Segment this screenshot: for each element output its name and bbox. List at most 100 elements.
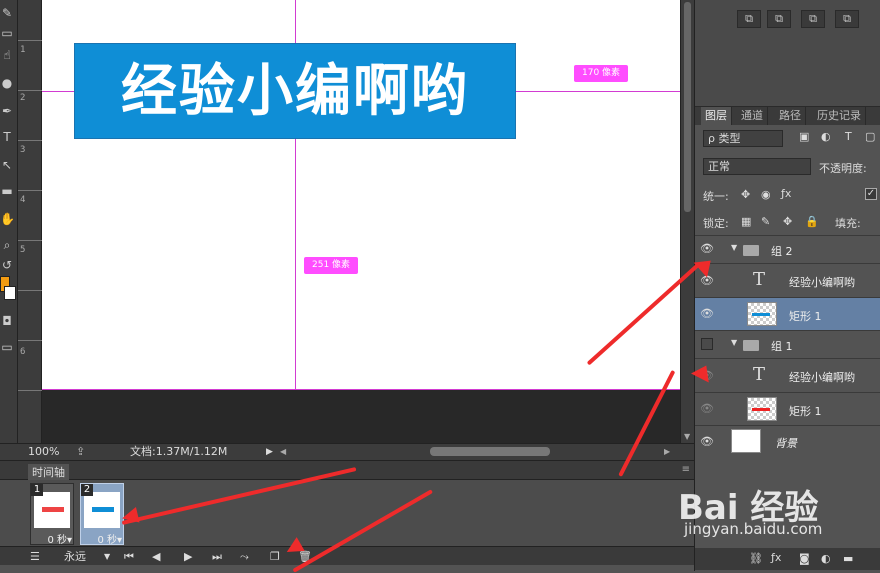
timeline-frames: 1 0 秒▾ 2 0 秒▾: [0, 480, 694, 546]
layer-row[interactable]: 👁 T 经验小编啊哟: [695, 263, 880, 297]
previous-frame-icon[interactable]: ◀: [152, 549, 160, 564]
duplicate-frame-icon[interactable]: ❐: [270, 549, 280, 564]
status-menu-arrow-icon[interactable]: ▶: [266, 444, 273, 460]
unify-position-icon[interactable]: ✥: [741, 188, 750, 201]
animation-frame-1[interactable]: 1 0 秒▾: [30, 483, 75, 546]
smart-guide-horizontal-left: [42, 91, 74, 92]
loop-select[interactable]: 永远: [64, 549, 86, 564]
new-group-icon[interactable]: ▬: [843, 552, 853, 565]
first-frame-icon[interactable]: ⏮: [124, 549, 134, 564]
loop-dropdown-icon[interactable]: ▼: [104, 549, 110, 564]
dodge-tool-icon[interactable]: ●: [0, 76, 14, 90]
smudge-tool-icon[interactable]: ☝: [0, 48, 14, 62]
layer-thumbnail: [731, 429, 761, 453]
background-color-swatch[interactable]: [4, 286, 16, 300]
kind-filter-select[interactable]: ρ 类型: [703, 130, 783, 147]
propagate-frame-checkbox[interactable]: ✓: [865, 188, 877, 200]
screen-mode-icon[interactable]: ▭: [0, 340, 14, 354]
unify-visibility-icon[interactable]: ◉: [761, 188, 771, 201]
folder-icon: [743, 245, 759, 256]
eye-icon[interactable]: 👁: [699, 401, 715, 417]
ruler-tick: [18, 340, 42, 341]
type-tool-icon[interactable]: T: [0, 130, 14, 144]
opacity-label: 不透明度:: [819, 162, 867, 175]
expand-icon[interactable]: ▼: [731, 338, 737, 347]
horizontal-scrollbar-thumb[interactable]: [430, 447, 550, 456]
blend-row: 正常 不透明度:: [695, 156, 880, 178]
layer-thumbnail: [747, 302, 777, 326]
arrange-icon-4[interactable]: ⧉: [835, 10, 859, 28]
blend-mode-select[interactable]: 正常: [703, 158, 811, 175]
layer-row[interactable]: 👁 背景: [695, 425, 880, 458]
export-icon[interactable]: ⇪: [76, 444, 85, 460]
layer-row[interactable]: 👁 T 经验小编啊哟: [695, 358, 880, 392]
layer-row[interactable]: 👁 矩形 1: [695, 392, 880, 425]
scroll-left-arrow-icon[interactable]: ◀: [280, 444, 286, 460]
vertical-scrollbar[interactable]: ▼: [680, 0, 694, 443]
lock-pixels-icon[interactable]: ✎: [761, 215, 770, 228]
scroll-right-arrow-icon[interactable]: ▶: [664, 444, 670, 460]
baidu-watermark: Bai 经验 jingyan.baidu.com: [678, 470, 878, 540]
banner-rectangle[interactable]: 经验小编啊哟: [74, 43, 516, 139]
add-mask-icon[interactable]: ◙: [799, 552, 810, 565]
scrollbar-thumb[interactable]: [684, 2, 691, 212]
zoom-level[interactable]: 100%: [28, 444, 59, 460]
image-filter-icon[interactable]: ▣: [799, 130, 809, 143]
vertical-ruler: 1 2 3 4 5 6: [18, 0, 42, 443]
adjust-filter-icon[interactable]: ◐: [821, 130, 831, 143]
eye-icon[interactable]: 👁: [699, 306, 715, 322]
ruler-number: 3: [20, 145, 26, 155]
document-canvas[interactable]: 经验小编啊哟 170 像素 251 像素: [42, 0, 680, 443]
hand-tool-icon[interactable]: ✋: [0, 212, 15, 226]
tween-icon[interactable]: ⤳: [240, 549, 249, 564]
ruler-tick: [18, 290, 42, 291]
tab-paths[interactable]: 路径: [775, 107, 806, 125]
timeline-controls: ☰ 永远 ▼ ⏮ ◀ ▶ ⏭ ⤳ ❐ 🗑: [0, 546, 694, 565]
unify-style-icon[interactable]: ƒx: [781, 187, 791, 200]
arrange-icon-2[interactable]: ⧉: [767, 10, 791, 28]
type-filter-icon[interactable]: T: [845, 130, 852, 143]
frame-thumbnail-banner: [42, 507, 64, 512]
unify-row: 统一: ✥ ◉ ƒx ✓: [695, 184, 880, 206]
shape-filter-icon[interactable]: ▢: [865, 130, 875, 143]
swap-colors-icon[interactable]: ↺: [0, 258, 14, 272]
next-frame-icon[interactable]: ⏭: [212, 549, 222, 564]
visibility-toggle-off[interactable]: [701, 338, 713, 350]
lock-all-icon[interactable]: 🔒: [805, 215, 819, 228]
gradient-tool-icon[interactable]: ▭: [0, 26, 14, 40]
layer-row[interactable]: 👁 ▼ 组 2: [695, 235, 880, 263]
quick-mask-icon[interactable]: ◘: [0, 314, 14, 328]
expand-icon[interactable]: ▼: [731, 243, 737, 252]
layer-style-icon[interactable]: ƒx: [771, 551, 781, 564]
tab-channels[interactable]: 通道: [737, 107, 768, 125]
layer-row[interactable]: ▼ 组 1: [695, 330, 880, 358]
convert-timeline-icon[interactable]: ☰: [30, 549, 40, 564]
ruler-tick: [18, 90, 42, 91]
pen-tool-icon[interactable]: ✒: [0, 104, 14, 118]
ruler-tick: [18, 390, 42, 391]
brush-tool-icon[interactable]: ✎: [0, 6, 14, 20]
path-select-tool-icon[interactable]: ↖: [0, 158, 14, 172]
frame-delay[interactable]: 0 秒▾: [81, 531, 125, 546]
lock-transparency-icon[interactable]: ▦: [741, 215, 751, 228]
rectangle-tool-icon[interactable]: ▬: [0, 184, 14, 198]
arrange-panel: ⧉ ⧉ ⧉ ⧉: [695, 0, 880, 107]
arrange-icon-1[interactable]: ⧉: [737, 10, 761, 28]
adjustment-layer-icon[interactable]: ◐: [821, 552, 831, 565]
filter-row: ρ 类型 ▣ ◐ T ▢: [695, 128, 880, 150]
layer-row-selected[interactable]: 👁 矩形 1: [695, 297, 880, 330]
arrange-icon-3[interactable]: ⧉: [801, 10, 825, 28]
tab-history[interactable]: 历史记录: [813, 107, 866, 125]
tab-layers[interactable]: 图层: [701, 107, 732, 125]
zoom-tool-icon[interactable]: ⌕: [0, 238, 14, 252]
ruler-number: 5: [20, 245, 26, 255]
lock-position-icon[interactable]: ✥: [783, 215, 792, 228]
frame-delay[interactable]: 0 秒▾: [31, 531, 75, 546]
timeline-tab[interactable]: 时间轴: [28, 464, 69, 480]
play-icon[interactable]: ▶: [184, 549, 192, 564]
layer-thumbnail: [747, 397, 777, 421]
ruler-number: 4: [20, 195, 26, 205]
eye-icon[interactable]: 👁: [699, 434, 715, 450]
link-layers-icon[interactable]: ⛓: [749, 552, 763, 565]
scroll-down-arrow-icon[interactable]: ▼: [684, 432, 690, 441]
